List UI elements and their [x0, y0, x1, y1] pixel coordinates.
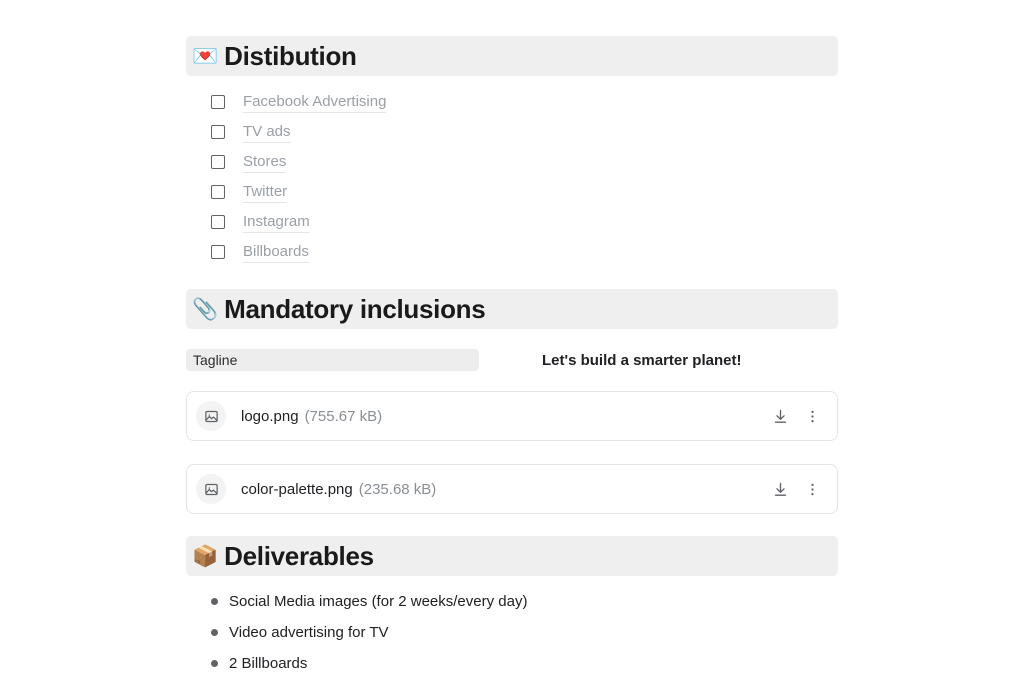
checkbox-row[interactable]: Facebook Advertising	[186, 87, 838, 117]
checkbox-row[interactable]: Twitter	[186, 177, 838, 207]
checkbox-stores[interactable]	[211, 155, 225, 169]
checkbox-label: Billboards	[243, 242, 309, 263]
checkbox-row[interactable]: Billboards	[186, 237, 838, 267]
checkbox-label: TV ads	[243, 122, 291, 143]
section-title-mandatory-inclusions: Mandatory inclusions	[224, 293, 486, 324]
attachment-name: color-palette.png	[241, 480, 353, 498]
section-header-distribution: 💌 Distibution	[186, 36, 838, 76]
checkbox-label: Twitter	[243, 182, 288, 203]
checkbox-label: Stores	[243, 152, 287, 173]
love-letter-emoji: 💌	[192, 44, 219, 68]
checkbox-twitter[interactable]	[211, 185, 225, 199]
distribution-checkbox-list: Facebook Advertising TV ads Stores Twitt…	[186, 87, 838, 267]
bullet-icon	[211, 660, 218, 667]
download-icon[interactable]	[769, 478, 791, 500]
download-icon[interactable]	[769, 405, 791, 427]
paperclip-emoji: 📎	[192, 297, 219, 321]
checkbox-instagram[interactable]	[211, 215, 225, 229]
more-options-icon[interactable]	[801, 405, 823, 427]
checkbox-facebook-advertising[interactable]	[211, 95, 225, 109]
checkbox-row[interactable]: Stores	[186, 147, 838, 177]
tagline-field-value[interactable]: Let's build a smarter planet!	[542, 352, 741, 369]
attachment-size: (755.67 kB)	[304, 407, 383, 425]
deliverables-list: Social Media images (for 2 weeks/every d…	[186, 586, 838, 679]
list-item: Video advertising for TV	[186, 617, 838, 648]
checkbox-row[interactable]: TV ads	[186, 117, 838, 147]
attachment-name: logo.png	[241, 407, 299, 425]
list-item-label: Social Media images (for 2 weeks/every d…	[229, 593, 528, 610]
attachment-size: (235.68 kB)	[358, 480, 437, 498]
checkbox-row[interactable]: Instagram	[186, 207, 838, 237]
section-title-distribution: Distibution	[224, 40, 357, 71]
bullet-icon	[211, 598, 218, 605]
list-item: Social Media images (for 2 weeks/every d…	[186, 586, 838, 617]
section-header-deliverables: 📦 Deliverables	[186, 536, 838, 576]
checkbox-label: Facebook Advertising	[243, 92, 387, 113]
tagline-field-row: Tagline Let's build a smarter planet!	[186, 349, 838, 371]
attachment-card-logo[interactable]: logo.png (755.67 kB)	[186, 391, 838, 441]
checkbox-billboards[interactable]	[211, 245, 225, 259]
attachment-card-color-palette[interactable]: color-palette.png (235.68 kB)	[186, 464, 838, 514]
package-emoji: 📦	[192, 544, 219, 568]
list-item-label: 2 Billboards	[229, 655, 308, 672]
document-page: 💌 Distibution Facebook Advertising TV ad…	[0, 0, 1024, 672]
checkbox-tv-ads[interactable]	[211, 125, 225, 139]
section-header-mandatory-inclusions: 📎 Mandatory inclusions	[186, 289, 838, 329]
list-item: 2 Billboards	[186, 648, 838, 679]
tagline-field-label[interactable]: Tagline	[186, 349, 479, 371]
bullet-icon	[211, 629, 218, 636]
list-item-label: Video advertising for TV	[229, 624, 389, 641]
image-file-icon	[196, 401, 226, 431]
more-options-icon[interactable]	[801, 478, 823, 500]
document-content: 💌 Distibution Facebook Advertising TV ad…	[186, 36, 838, 679]
section-title-deliverables: Deliverables	[224, 540, 374, 571]
checkbox-label: Instagram	[243, 212, 310, 233]
image-file-icon	[196, 474, 226, 504]
